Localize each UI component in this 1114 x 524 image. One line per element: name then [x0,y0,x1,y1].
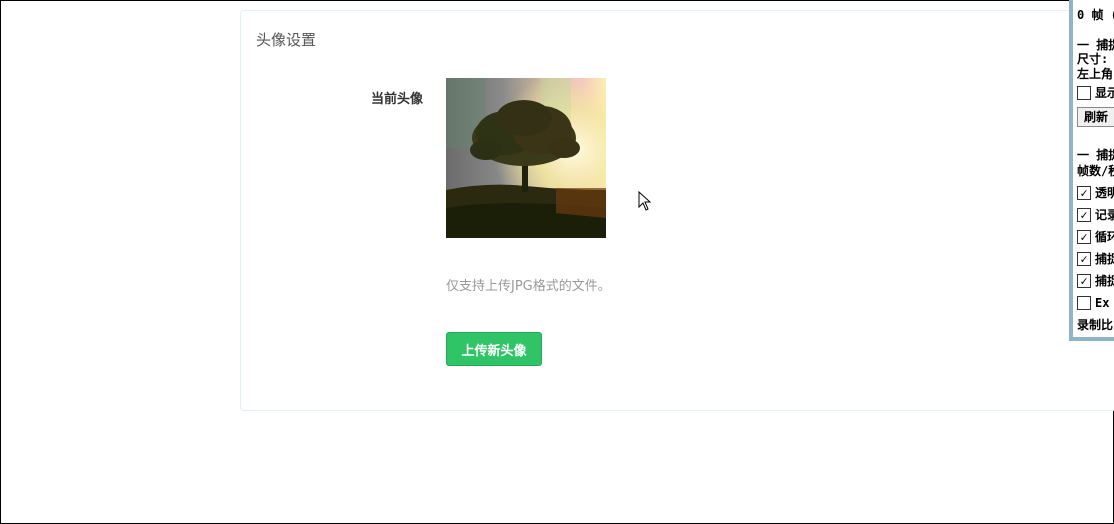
upload-format-hint: 仅支持上传JPG格式的文件。 [446,279,611,294]
capture-options-title: 一 捕捉 [1077,148,1114,162]
record-checkbox[interactable]: ✓ [1077,208,1091,222]
check-label-4: 捕捉 [1095,252,1114,266]
frame-count: 0 帧 (0 [1077,8,1114,22]
check-label-6: Ex [1095,296,1110,310]
check-label-3: 循环 [1095,230,1114,244]
check-label-1: 透明 [1095,186,1114,200]
refresh-button[interactable]: 刷新 [1077,107,1114,127]
top-left-label: 左上角 [1077,67,1114,81]
size-label: 尺寸: [1077,52,1109,66]
fps-label: 帧数/秒 [1077,164,1114,178]
mouse-pointer-icon [638,190,652,215]
record-ratio-label: 录制比 [1077,318,1114,332]
gif-recorder-panel: 0 帧 (0 一 捕捉 尺寸: 左上角 显示 刷新 一 捕捉 帧数/秒 ✓ 透明… [1069,0,1114,341]
transparent-checkbox[interactable]: ✓ [1077,186,1091,200]
tree-sunset-picture [446,78,606,238]
extra-checkbox[interactable] [1077,296,1091,310]
capture-checkbox-2[interactable]: ✓ [1077,274,1091,288]
avatar-settings-panel: 头像设置 当前头像 仅支持上传JPG格式的文件。 上传新头像 [240,10,1114,411]
loop-checkbox[interactable]: ✓ [1077,230,1091,244]
show-checkbox-label: 显示 [1095,86,1114,100]
avatar-image [446,78,606,238]
check-label-2: 记录 [1095,208,1114,222]
show-checkbox[interactable] [1077,86,1091,100]
check-label-5: 捕捉 [1095,274,1114,288]
upload-new-avatar-button[interactable]: 上传新头像 [446,332,542,366]
panel-title: 头像设置 [256,31,317,49]
capture-checkbox-1[interactable]: ✓ [1077,252,1091,266]
capture-section-title: 一 捕捉 [1077,38,1114,52]
current-avatar-label: 当前头像 [371,92,424,107]
